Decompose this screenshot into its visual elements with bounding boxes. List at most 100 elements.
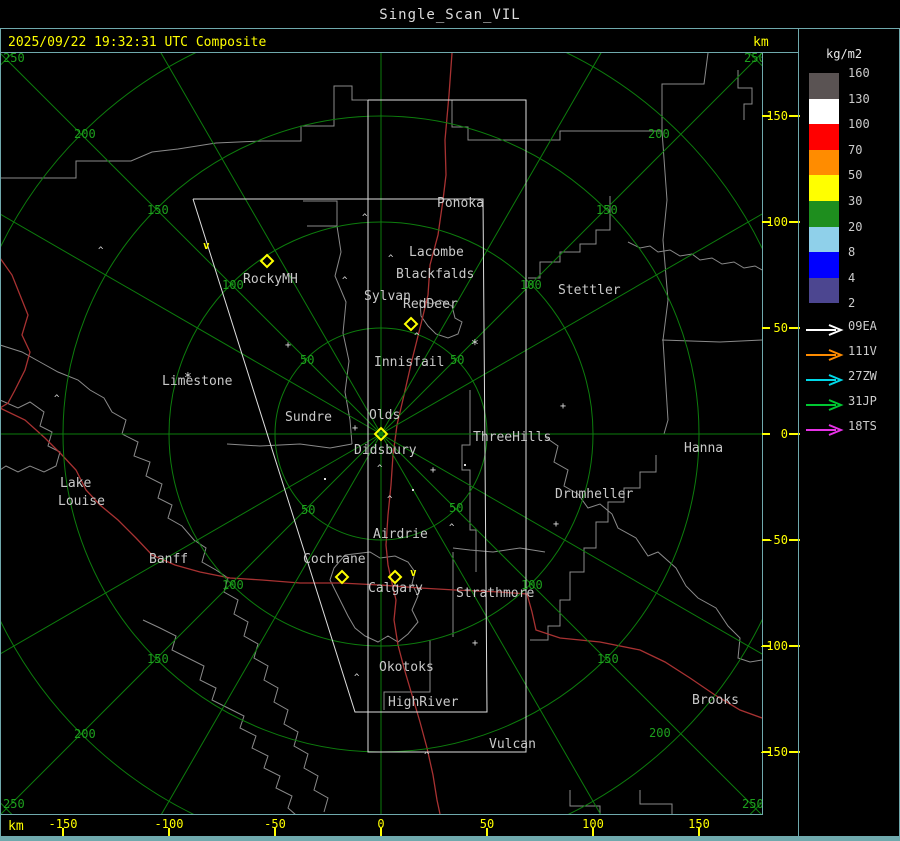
city-label-strathmore: Strathmore	[456, 586, 534, 601]
right-axis-label: 100	[766, 215, 788, 229]
window-title: Single_Scan_VIL	[379, 7, 521, 23]
highway-line	[1, 258, 31, 409]
radar-id: 31JP	[848, 394, 877, 408]
city-label-innisfail: Innisfail	[374, 355, 444, 370]
peak-caret-symbol: ^	[388, 254, 394, 264]
city-label-louise: Louise	[58, 494, 105, 509]
county-boundary-line	[737, 70, 753, 120]
plus-symbol: +	[472, 638, 478, 649]
legend-swatch	[809, 175, 839, 201]
axis-unit-top-right: km	[753, 35, 769, 50]
dot-symbol	[464, 464, 466, 466]
range-ring-label: 250	[742, 797, 762, 811]
right-axis-tick	[762, 645, 770, 647]
radar-arrow-icon	[805, 371, 845, 386]
city-label-rockymh: RockyMH	[243, 272, 298, 287]
county-boundary-line	[544, 436, 762, 663]
county-boundary-line	[639, 790, 673, 814]
right-axis-tick	[762, 751, 770, 753]
city-label-cochrane: Cochrane	[303, 552, 366, 567]
map-border-bottom	[0, 814, 763, 815]
range-ring-label: 50	[450, 353, 464, 367]
city-label-limestone: Limestone	[162, 374, 233, 389]
legend-unit-label: kg/m2	[826, 47, 863, 61]
radar-arrow-icon	[805, 421, 845, 436]
city-label-drumheller: Drumheller	[555, 487, 633, 502]
right-axis-tick	[762, 433, 770, 435]
legend-value: 20	[848, 219, 863, 234]
radar-map-svg: 50 505050100 100100100150 150150150200 20020…	[1, 53, 762, 814]
plus-symbol: +	[285, 340, 291, 351]
right-axis-label: 0	[780, 427, 788, 441]
legend-value: 130	[848, 91, 870, 106]
city-label-highriver: HighRiver	[388, 695, 459, 710]
legend-value: 2	[848, 296, 856, 311]
city-label-stettler: Stettler	[558, 283, 621, 298]
radar-arrow-icon	[805, 321, 845, 336]
legend-value: 70	[848, 142, 863, 157]
county-boundary-line	[303, 200, 338, 227]
peak-caret-symbol: ^	[362, 213, 368, 223]
legend-value: 160	[848, 66, 870, 80]
legend-swatch	[809, 226, 839, 253]
radar-id: 27ZW	[848, 369, 877, 383]
title-bar-divider	[0, 28, 900, 29]
county-boundary-line	[461, 390, 477, 572]
right-axis-tick	[762, 221, 770, 223]
legend-swatch	[809, 98, 839, 125]
radar-site-diamond-icon	[259, 253, 275, 269]
range-ring-label: 100	[520, 278, 542, 292]
plus-symbol: +	[430, 465, 436, 476]
peak-caret-symbol: ^	[414, 332, 420, 342]
right-axis-label: 50	[773, 321, 788, 335]
right-axis-tick	[762, 539, 770, 541]
peak-caret-symbol: ^	[54, 394, 60, 404]
range-ring-label: 150	[596, 203, 618, 217]
radial-line-225deg	[1, 433, 382, 814]
range-ring-label: 50	[300, 353, 314, 367]
radar-id: 111V	[848, 344, 877, 358]
legend-swatch	[809, 124, 839, 150]
radial-line-30deg	[380, 53, 602, 435]
range-ring-label: 200	[74, 127, 96, 141]
title-bar[interactable]: Single_Scan_VIL	[0, 0, 900, 28]
range-ring-label: 250	[3, 797, 25, 811]
radial-line-210deg	[161, 433, 382, 814]
city-label-blackfalds: Blackfalds	[396, 267, 474, 282]
plus-symbol: +	[352, 423, 358, 434]
range-ring-label: 100	[222, 578, 244, 592]
radar-id: 18TS	[848, 419, 877, 433]
right-axis-label: -50	[766, 533, 788, 547]
radar-site-diamond-icon	[334, 569, 350, 585]
radar-site-diamond-icon	[403, 316, 419, 332]
range-ring-label: 50	[449, 501, 463, 515]
city-label-brooks: Brooks	[692, 693, 739, 708]
range-ring-label: 250	[744, 53, 762, 65]
range-ring-label: 50	[301, 503, 315, 517]
right-axis-label: -150	[759, 745, 788, 759]
city-label-lacombe: Lacombe	[409, 245, 464, 260]
legend-value: 50	[848, 168, 863, 183]
radial-line-240deg	[1, 433, 382, 654]
range-ring-label: 100	[222, 278, 244, 292]
range-ring-label: 200	[74, 727, 96, 741]
radar-map-canvas[interactable]: 50 50 50 50 100 100 100 100 150 150 150 150 200 200 20…	[1, 53, 762, 814]
city-label-threehills: ThreeHills	[473, 430, 551, 445]
city-label-calgary: Calgary	[368, 581, 423, 596]
legend-swatch	[809, 252, 839, 278]
right-axis-tick	[762, 115, 770, 117]
radar-arrow-icon	[805, 346, 845, 361]
range-ring-label: 200	[648, 127, 670, 141]
legend-separator	[798, 28, 799, 836]
dot-symbol	[412, 489, 414, 491]
storm-v-marker-icon: v	[410, 566, 417, 579]
peak-caret-symbol: ^	[424, 751, 430, 761]
legend-value: 100	[848, 117, 870, 132]
legend-swatch	[809, 201, 839, 227]
legend-value: 8	[848, 245, 856, 260]
range-ring-label: 250	[3, 53, 25, 65]
storm-v-marker-icon: v	[203, 239, 210, 252]
legend-swatch	[809, 73, 839, 99]
radar-arrow-icon	[805, 396, 845, 411]
radar-id: 09EA	[848, 319, 877, 333]
